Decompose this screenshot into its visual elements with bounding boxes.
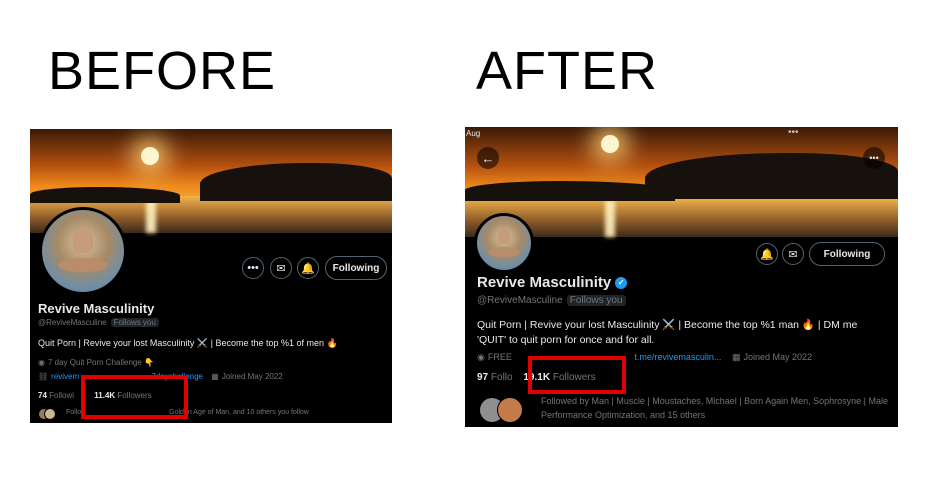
profile-card-after: Aug ••• ← ••• 🔔 ✉ Following Revive Mascu… — [465, 127, 898, 427]
joined-date: Joined May 2022 — [743, 352, 812, 362]
profile-bio: Quit Porn | Revive your lost Masculinity… — [38, 338, 338, 348]
mail-icon[interactable]: ✉ — [782, 243, 804, 265]
calendar-icon: ▦ — [211, 372, 219, 381]
profile-link[interactable]: t.me/revivemasculin... — [634, 352, 721, 362]
more-icon[interactable]: ••• — [863, 147, 885, 169]
profile-handle: @ReviveMasculine Follows you — [38, 318, 159, 327]
calendar-icon: ▦ — [731, 352, 741, 362]
follower-avatar — [44, 408, 56, 420]
profile-meta-line1: ◉ 7 day Quit Porn Challenge 👇 — [38, 358, 154, 367]
profile-banner — [465, 127, 898, 237]
followed-by: Followed by Man | Muscle | Moustaches, M… — [541, 396, 889, 420]
following-button[interactable]: Following — [325, 256, 387, 280]
meta-group: FREE — [487, 352, 512, 362]
verified-icon: ✓ — [615, 277, 628, 290]
followed-by-end: Golden Age of Man, and 10 others you fol… — [169, 409, 309, 416]
notify-icon[interactable]: 🔔 — [297, 257, 319, 279]
notify-icon[interactable]: 🔔 — [756, 243, 778, 265]
more-icon[interactable]: ••• — [242, 257, 264, 279]
following-label[interactable]: Followi — [49, 391, 74, 400]
after-heading: AFTER — [476, 41, 659, 101]
joined-date: Joined May 2022 — [221, 372, 283, 381]
highlight-box — [528, 356, 626, 394]
back-icon[interactable]: ← — [477, 147, 499, 169]
status-bar-text: Aug — [466, 129, 481, 138]
meta-text: 7 day Quit Porn Challenge 👇 — [47, 358, 155, 367]
avatar[interactable] — [474, 213, 534, 273]
following-button[interactable]: Following — [809, 242, 885, 266]
following-count[interactable]: 97 — [477, 372, 488, 383]
handle-text: @ReviveMasculine — [477, 295, 563, 306]
follows-you-badge: Follows you — [566, 295, 626, 306]
profile-card-before: ••• ✉ 🔔 Following Revive Masculinity @Re… — [30, 129, 392, 423]
status-bar-dots: ••• — [788, 127, 799, 138]
profile-handle: @ReviveMasculine Follows you — [477, 295, 626, 306]
profile-bio: Quit Porn | Revive your lost Masculinity… — [477, 319, 858, 346]
avatar[interactable] — [39, 207, 127, 295]
link-icon: ⛓ — [38, 372, 49, 381]
mail-icon[interactable]: ✉ — [270, 257, 292, 279]
before-heading: BEFORE — [48, 41, 277, 101]
follows-you-badge: Follows you — [110, 318, 159, 327]
followed-by-start: Follo — [66, 409, 82, 416]
profile-name: Revive Masculinity — [38, 301, 155, 316]
profile-name: Revive Masculinity ✓ — [477, 274, 628, 291]
profile-link[interactable]: revivem — [51, 372, 79, 381]
handle-text: @ReviveMasculine — [38, 318, 107, 327]
following-count[interactable]: 74 — [38, 391, 47, 400]
name-text: Revive Masculinity — [477, 274, 612, 291]
follower-avatar — [497, 397, 523, 423]
location-icon: ◉ — [477, 352, 485, 362]
highlight-box — [81, 375, 188, 419]
location-icon: ◉ — [38, 358, 45, 367]
following-label[interactable]: Follo — [491, 372, 513, 383]
